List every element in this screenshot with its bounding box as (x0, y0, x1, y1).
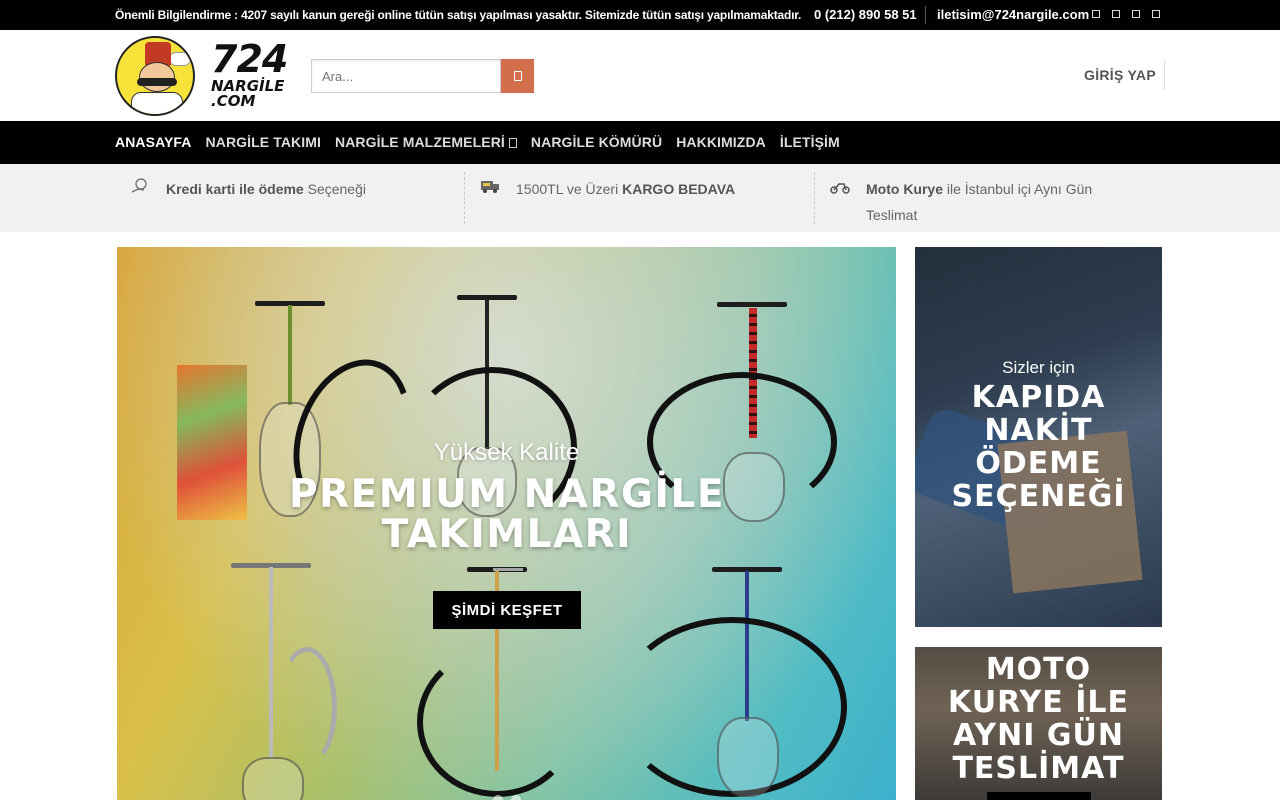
banner-subtitle: Sizler için (1002, 358, 1075, 377)
site-logo[interactable]: 724 NARGİLE .COM (115, 36, 288, 116)
hero-subtitle: Yüksek Kalite (433, 439, 580, 466)
logo-mascot-icon (115, 36, 195, 116)
top-bar: Önemli Bilgilendirme : 4207 sayılı kanun… (0, 0, 1280, 30)
twitter-icon[interactable] (1132, 10, 1140, 18)
search-input[interactable] (311, 59, 501, 93)
nav-item-label: ANASAYFA (115, 134, 192, 150)
divider (814, 172, 815, 224)
email-link[interactable]: iletisim@724nargile.com (937, 7, 1089, 22)
nav-item-label: HAKKIMIZDA (676, 134, 766, 150)
hero-slider[interactable]: Yüksek Kalite PREMIUM NARGİLE TAKIMLARI … (117, 247, 896, 800)
logo-number: 724 (211, 37, 288, 81)
credit-card-payment-icon (131, 178, 147, 193)
social-links (1092, 8, 1160, 18)
banner-button[interactable] (987, 792, 1091, 800)
logo-domain: .COM (211, 92, 256, 110)
nav-item-label: NARGİLE MALZEMELERİ (335, 134, 505, 150)
divider (1164, 60, 1165, 90)
whatsapp-icon[interactable] (1152, 10, 1160, 18)
info-moto-courier: Moto Kurye ile İstanbul içi Aynı Gün Tes… (866, 181, 1093, 223)
logo-wordmark: 724 NARGİLE .COM (211, 37, 288, 110)
nav-item-nargile-takimi[interactable]: NARGİLE TAKIMI (206, 134, 321, 150)
moto-courier-banner[interactable]: MOTO KURYE İLE AYNI GÜN TESLİMAT (915, 647, 1162, 800)
nav-item-nargile-komuru[interactable]: NARGİLE KÖMÜRÜ (531, 134, 662, 150)
nav-item-iletisim[interactable]: İLETİŞİM (780, 134, 840, 150)
instagram-icon[interactable] (1112, 10, 1120, 18)
phone-link[interactable]: 0 (212) 890 58 51 (814, 7, 917, 22)
search-button[interactable] (501, 59, 534, 93)
login-link[interactable]: GİRİŞ YAP (1084, 67, 1156, 83)
site-header: 724 NARGİLE .COM GİRİŞ YAP (0, 30, 1280, 121)
truck-icon (481, 181, 499, 193)
info-credit-card: Kredi karti ile ödeme Seçeneği (166, 181, 366, 197)
main-nav: ANASAYFA NARGİLE TAKIMI NARGİLE MALZEMEL… (0, 121, 1280, 164)
search-form (311, 59, 534, 93)
banner-title: MOTO KURYE İLE AYNI GÜN TESLİMAT (948, 652, 1129, 786)
nav-item-label: İLETİŞİM (779, 134, 840, 150)
banner-title: KAPIDA NAKİT ÖDEME SEÇENEĞİ (951, 380, 1126, 514)
chevron-down-icon (508, 138, 517, 148)
legal-notice: Önemli Bilgilendirme : 4207 sayılı kanun… (115, 8, 802, 22)
nav-item-label: NARGİLE TAKIMI (205, 134, 321, 150)
nav-item-hakkimizda[interactable]: HAKKIMIZDA (676, 134, 766, 150)
nav-item-nargile-malzemeleri[interactable]: NARGİLE MALZEMELERİ (335, 134, 517, 150)
hookah-image (417, 547, 617, 800)
facebook-icon[interactable] (1092, 10, 1100, 18)
hero-title: PREMIUM NARGİLE TAKIMLARI (289, 472, 725, 557)
divider (925, 6, 926, 24)
divider (493, 568, 523, 571)
divider (464, 172, 465, 224)
cash-on-delivery-banner[interactable]: Sizler için KAPIDA NAKİT ÖDEME SEÇENEĞİ (915, 247, 1162, 627)
slider-dot-active[interactable] (493, 795, 503, 800)
info-free-shipping: 1500TL ve Üzeri KARGO BEDAVA (516, 181, 736, 197)
hero-cta-button[interactable]: ŞİMDİ KEŞFET (433, 591, 581, 629)
hookah-image (617, 557, 877, 800)
info-strip: Kredi karti ile ödeme Seçeneği 1500TL ve… (0, 164, 1280, 232)
motorcycle-icon (830, 183, 850, 194)
search-icon (513, 71, 522, 81)
slider-dot[interactable] (511, 795, 521, 800)
slider-dots (493, 795, 521, 800)
nav-item-label: NARGİLE KÖMÜRÜ (530, 134, 663, 150)
nav-item-anasayfa[interactable]: ANASAYFA (115, 134, 192, 150)
